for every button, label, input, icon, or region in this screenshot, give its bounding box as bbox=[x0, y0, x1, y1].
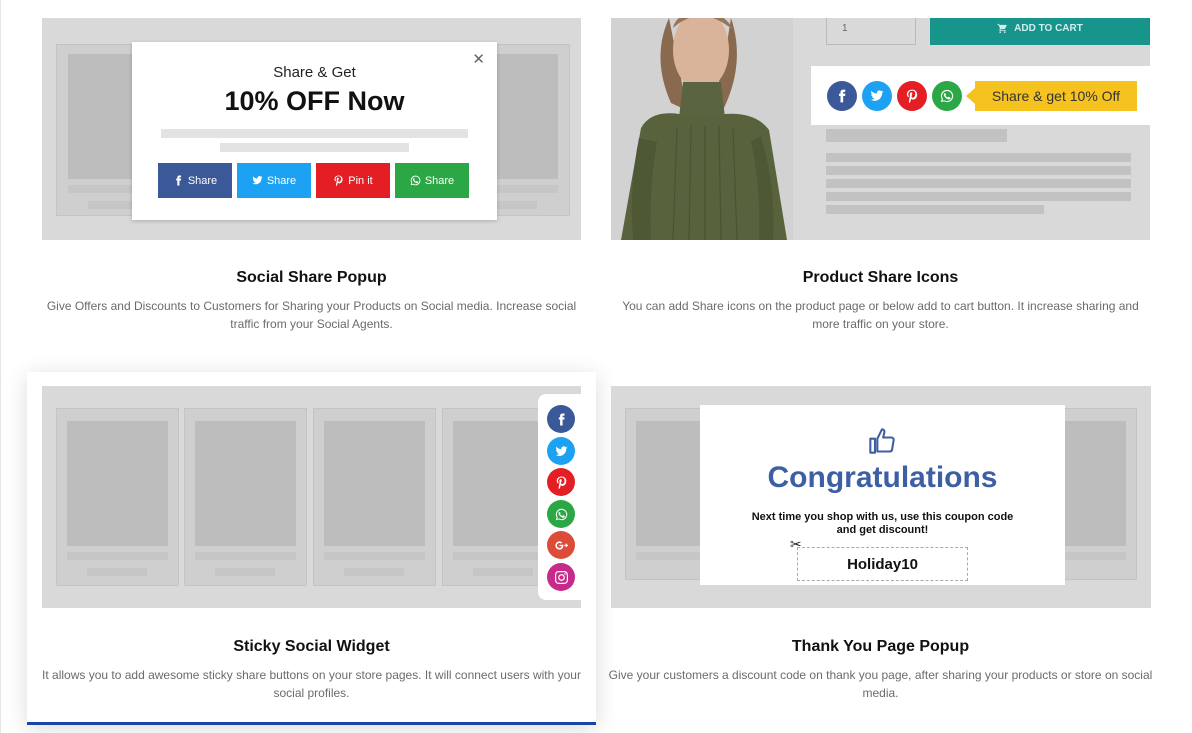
sticky-google-plus-button[interactable] bbox=[547, 531, 575, 559]
twitter-icon bbox=[252, 175, 263, 186]
text-placeholder-line bbox=[826, 192, 1131, 201]
popup-subtitle: Share & Get bbox=[273, 64, 356, 81]
thumbs-up-icon bbox=[869, 428, 895, 454]
card-title[interactable]: Product Share Icons bbox=[596, 269, 1165, 287]
google-plus-icon bbox=[555, 539, 568, 552]
twitter-icon bbox=[870, 89, 884, 103]
thank-you-popup: Congratulations Next time you shop with … bbox=[700, 405, 1065, 585]
share-icons-bar: Share & get 10% Off bbox=[811, 66, 1150, 125]
sticky-pinterest-button[interactable] bbox=[547, 468, 575, 496]
whatsapp-icon bbox=[555, 508, 568, 521]
card-title[interactable]: Sticky Social Widget bbox=[27, 638, 596, 656]
text-placeholder-line bbox=[826, 205, 1044, 214]
twitter-share-icon[interactable] bbox=[862, 81, 892, 111]
whatsapp-icon bbox=[410, 175, 421, 186]
facebook-share-button[interactable]: Share bbox=[158, 163, 232, 198]
cart-icon bbox=[997, 23, 1008, 34]
pinterest-icon bbox=[333, 175, 344, 186]
popup-headline: 10% OFF Now bbox=[224, 86, 405, 116]
feature-card-product-share-icons[interactable]: 1 ADD TO CART Share & get 10% Off Produc… bbox=[596, 0, 1165, 365]
facebook-icon bbox=[835, 89, 849, 103]
popup-preview: ✕ Share & Get 10% OFF Now Share Share Pi… bbox=[42, 18, 581, 240]
text-placeholder-line bbox=[826, 179, 1131, 188]
whatsapp-share-icon[interactable] bbox=[932, 81, 962, 111]
card-title[interactable]: Thank You Page Popup bbox=[596, 638, 1165, 656]
product-page-preview: 1 ADD TO CART Share & get 10% Off bbox=[611, 18, 1150, 240]
facebook-icon bbox=[173, 175, 184, 186]
product-photo bbox=[611, 18, 793, 240]
feature-card-thank-you-popup[interactable]: Congratulations Next time you shop with … bbox=[596, 372, 1165, 725]
product-tile-placeholder bbox=[56, 408, 179, 586]
text-placeholder-line bbox=[826, 153, 1131, 162]
sticky-twitter-button[interactable] bbox=[547, 437, 575, 465]
sticky-share-widget bbox=[538, 394, 583, 600]
card-description: Give your customers a discount code on t… bbox=[608, 668, 1153, 700]
product-tile-placeholder bbox=[313, 408, 436, 586]
product-tile-placeholder bbox=[184, 408, 307, 586]
feature-card-sticky-social-widget[interactable]: Sticky Social Widget It allows you to ad… bbox=[27, 372, 596, 725]
instagram-icon bbox=[555, 571, 568, 584]
text-placeholder-line bbox=[826, 129, 1007, 142]
whatsapp-icon bbox=[940, 89, 954, 103]
page-left-border bbox=[0, 0, 1, 733]
coupon-message: Next time you shop with us, use this cou… bbox=[751, 511, 1014, 536]
text-placeholder-line bbox=[161, 129, 468, 138]
card-title[interactable]: Social Share Popup bbox=[27, 269, 596, 287]
share-discount-tag[interactable]: Share & get 10% Off bbox=[966, 81, 1137, 111]
facebook-icon bbox=[555, 413, 568, 426]
congratulations-heading: Congratulations bbox=[767, 461, 998, 494]
twitter-share-button[interactable]: Share bbox=[237, 163, 311, 198]
pinterest-icon bbox=[905, 89, 919, 103]
share-offer-popup: ✕ Share & Get 10% OFF Now Share Share Pi… bbox=[132, 42, 497, 220]
card-description: You can add Share icons on the product p… bbox=[622, 299, 1139, 331]
pinterest-pin-button[interactable]: Pin it bbox=[316, 163, 390, 198]
card-description: Give Offers and Discounts to Customers f… bbox=[46, 299, 577, 331]
card-description: It allows you to add awesome sticky shar… bbox=[42, 668, 581, 700]
sticky-whatsapp-button[interactable] bbox=[547, 500, 575, 528]
quantity-input[interactable]: 1 bbox=[826, 18, 916, 45]
add-to-cart-button[interactable]: ADD TO CART bbox=[930, 18, 1150, 45]
pinterest-share-icon[interactable] bbox=[897, 81, 927, 111]
popup-share-buttons: Share Share Pin it Share bbox=[158, 163, 469, 198]
coupon-code[interactable]: Holiday10 bbox=[797, 547, 968, 581]
active-card-underline bbox=[27, 722, 596, 725]
pinterest-icon bbox=[555, 476, 568, 489]
whatsapp-share-button[interactable]: Share bbox=[395, 163, 469, 198]
twitter-icon bbox=[555, 445, 568, 458]
sticky-instagram-button[interactable] bbox=[547, 563, 575, 591]
sticky-widget-preview bbox=[42, 386, 581, 608]
facebook-share-icon[interactable] bbox=[827, 81, 857, 111]
text-placeholder-line bbox=[826, 166, 1131, 175]
sticky-facebook-button[interactable] bbox=[547, 405, 575, 433]
thank-you-preview: Congratulations Next time you shop with … bbox=[611, 386, 1151, 608]
text-placeholder-line bbox=[220, 143, 409, 152]
feature-card-social-share-popup[interactable]: ✕ Share & Get 10% OFF Now Share Share Pi… bbox=[27, 0, 596, 365]
